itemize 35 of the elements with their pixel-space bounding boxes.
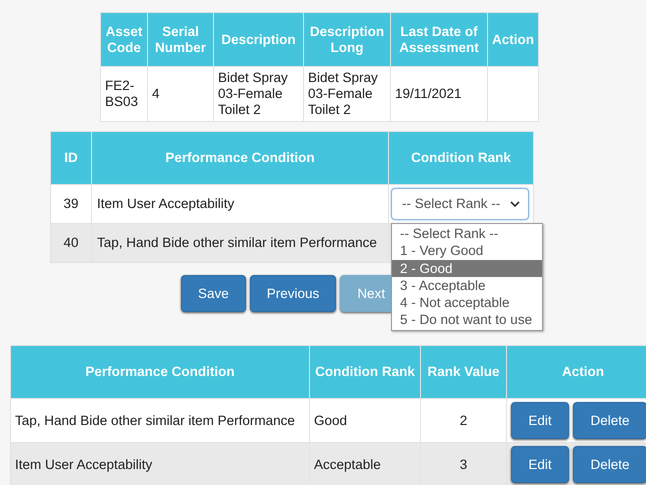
column-header: Action xyxy=(506,346,646,398)
rank-select[interactable]: -- Select Rank -- xyxy=(391,188,529,220)
column-header: ID xyxy=(50,132,92,184)
column-header: Last Date of Assessment xyxy=(390,12,488,66)
delete-button[interactable]: Delete xyxy=(573,402,646,439)
delete-button[interactable]: Delete xyxy=(573,446,646,483)
dropdown-option[interactable]: 1 - Very Good xyxy=(392,242,542,260)
dropdown-option[interactable]: -- Select Rank -- xyxy=(392,225,542,242)
table-cell: FE2-BS03 xyxy=(100,66,148,122)
column-header: Description xyxy=(214,12,304,66)
table-cell: Bidet Spray 03-Female Toilet 2 xyxy=(304,66,390,122)
nav-button[interactable]: Previous xyxy=(250,275,336,312)
column-header: Serial Number xyxy=(148,12,214,66)
table-cell: Tap, Hand Bide other similar item Performance xyxy=(92,224,388,262)
column-header: Performance Condition xyxy=(92,132,388,184)
table-cell: Item User Acceptability xyxy=(10,442,310,485)
dropdown-option[interactable]: 5 - Do not want to use xyxy=(392,311,542,329)
nav-button[interactable]: Save xyxy=(181,275,246,312)
table-cell: 40 xyxy=(50,224,92,262)
column-header: Condition Rank xyxy=(388,132,534,184)
table-cell: Acceptable xyxy=(310,442,420,485)
table-cell: Bidet Spray 03-Female Toilet 2 xyxy=(214,66,304,122)
column-header: Action xyxy=(488,12,538,66)
column-header: Performance Condition xyxy=(10,346,310,398)
edit-button[interactable]: Edit xyxy=(511,446,569,483)
dropdown-option[interactable]: 2 - Good xyxy=(392,260,542,277)
table-cell: 19/11/2021 xyxy=(390,66,488,122)
column-header: Description Long xyxy=(304,12,390,66)
column-header: Rank Value xyxy=(420,346,506,398)
table-cell: 4 xyxy=(148,66,214,122)
chevron-down-icon xyxy=(510,201,520,207)
edit-button[interactable]: Edit xyxy=(511,402,569,439)
column-header: Asset Code xyxy=(100,12,148,66)
table-cell: 3 xyxy=(420,442,506,485)
column-header: Condition Rank xyxy=(310,346,420,398)
